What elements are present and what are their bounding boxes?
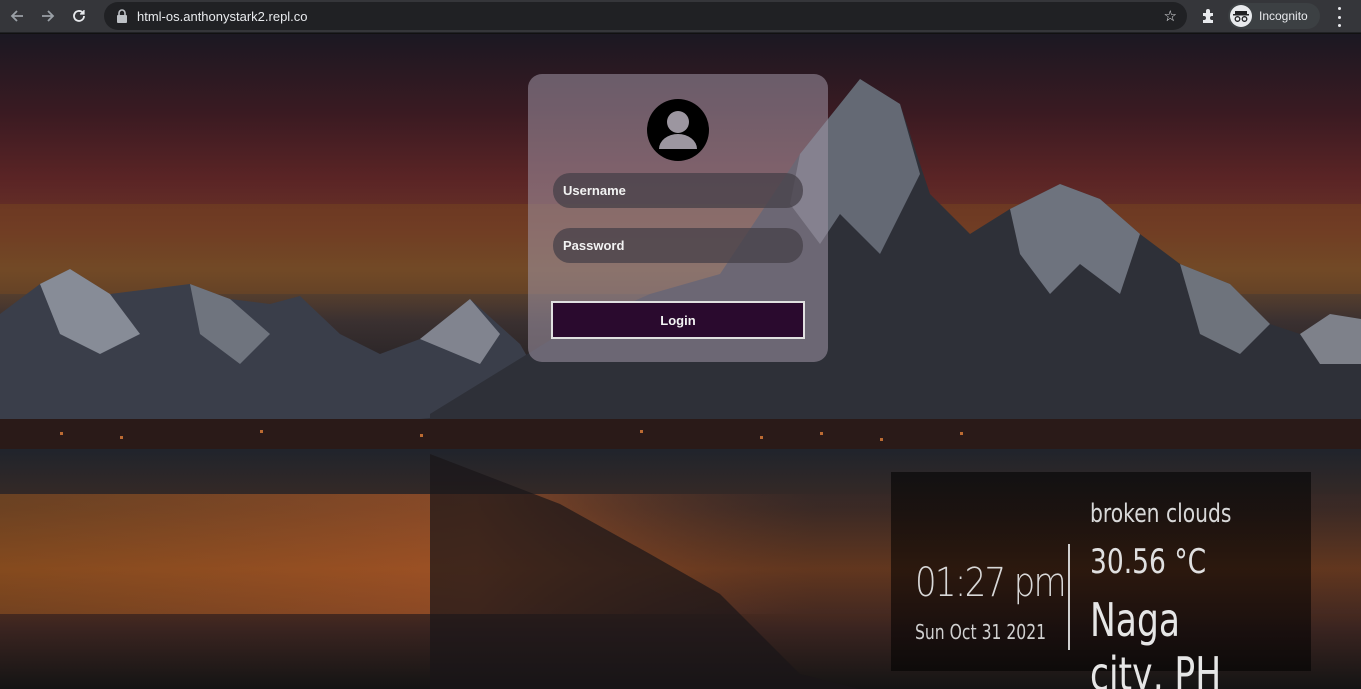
clock-date: Sun Oct 31 2021 xyxy=(915,620,1047,644)
back-button[interactable] xyxy=(3,2,31,30)
weather-location: Naga city, PH xyxy=(1090,593,1222,689)
url-text: html-os.anthonystark2.repl.co xyxy=(137,8,308,24)
forward-button[interactable] xyxy=(34,2,62,30)
bookmark-star-icon[interactable]: ☆ xyxy=(1164,7,1177,25)
login-card: Login xyxy=(528,74,828,362)
weather-description: broken clouds xyxy=(1090,499,1232,529)
incognito-label: Incognito xyxy=(1259,9,1308,23)
reload-button[interactable] xyxy=(65,2,93,30)
forward-icon xyxy=(42,10,55,22)
incognito-badge[interactable]: Incognito xyxy=(1228,3,1320,29)
login-button[interactable]: Login xyxy=(551,301,805,339)
reload-icon xyxy=(73,10,85,22)
clock-time: 01:27 pm xyxy=(915,560,1067,606)
incognito-icon xyxy=(1230,5,1252,27)
browser-toolbar: html-os.anthonystark2.repl.co ☆ Incognit… xyxy=(0,0,1361,33)
more-menu-icon[interactable] xyxy=(1332,7,1346,27)
lock-icon xyxy=(116,9,128,23)
address-bar[interactable]: html-os.anthonystark2.repl.co ☆ xyxy=(104,2,1187,30)
weather-temperature: 30.56 °C xyxy=(1090,542,1207,582)
widget-divider xyxy=(1068,544,1070,650)
back-icon xyxy=(10,10,23,22)
clock-weather-widget: 01:27 pm Sun Oct 31 2021 broken clouds 3… xyxy=(891,472,1311,689)
password-input[interactable] xyxy=(553,228,803,263)
user-avatar-icon xyxy=(647,99,709,161)
extensions-icon[interactable] xyxy=(1199,6,1219,26)
username-input[interactable] xyxy=(553,173,803,208)
